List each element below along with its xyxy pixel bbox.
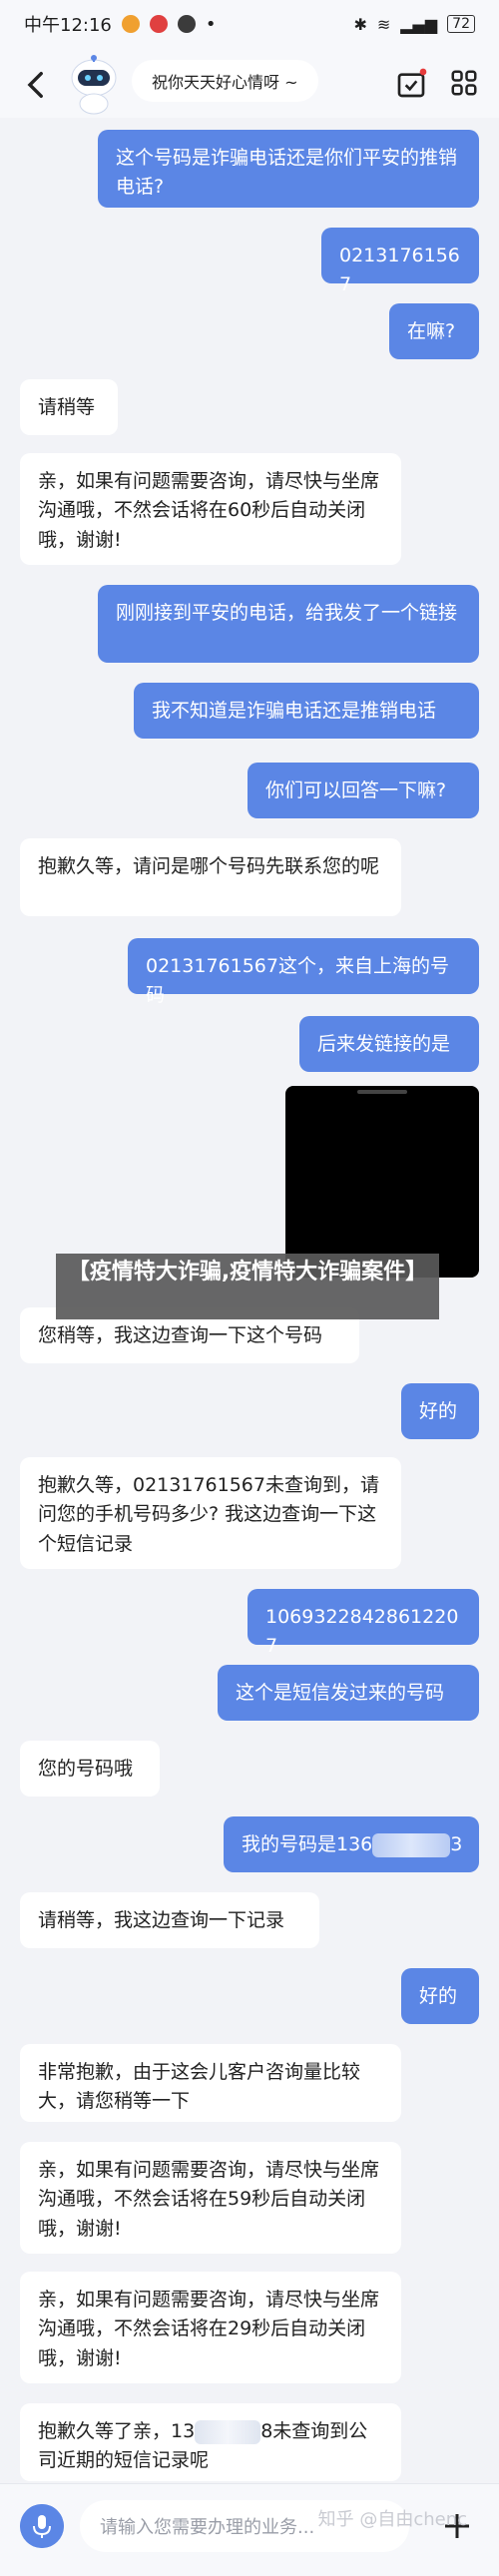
blacked-out-image <box>285 1086 479 1278</box>
message-bubble-user: 好的 <box>401 1968 479 2024</box>
microphone-icon[interactable] <box>20 2504 64 2548</box>
message-bubble-user: 这个号码是诈骗电话还是你们平安的推销电话? <box>98 130 479 208</box>
redacted-phone-number <box>372 1832 451 1857</box>
message-bubble-user: 后来发链接的是 <box>299 1016 479 1072</box>
article-title-banner: 【疫情特大诈骗,疫情特大诈骗案件】 <box>56 1254 439 1319</box>
message-bubble-user: 10693228428612207 <box>248 1589 479 1657</box>
message-bubble-agent: 请稍等，我这边查询一下记录 <box>20 1892 319 1948</box>
message-bubble-agent: 您的号码哦 <box>20 1741 160 1797</box>
message-bubble-agent: 抱歉久等，请问是哪个号码先联系您的呢 <box>20 838 401 916</box>
music-notification-icon <box>177 15 196 33</box>
message-bubble-user: 我的号码是136 3 <box>224 1816 479 1872</box>
wifi-icon: ≋ <box>376 14 391 34</box>
redacted-phone-number <box>195 2419 261 2444</box>
bluetooth-icon: ✱ <box>353 14 367 34</box>
more-notifications-icon: • <box>205 13 217 35</box>
message-bubble-agent: 亲，如果有问题需要咨询，请尽快与坐席沟通哦，不然会话将在29秒后自动关闭哦，谢谢… <box>20 2272 401 2383</box>
status-time: 中午12:16 <box>24 15 112 36</box>
message-bubble-user: 你们可以回答一下嘛? <box>248 763 479 818</box>
message-text: 我的号码是136 <box>242 1833 373 1855</box>
watermark: 知乎 @自由chenc <box>317 2509 467 2530</box>
message-bubble-agent: 亲，如果有问题需要咨询，请尽快与坐席沟通哦，不然会话将在59秒后自动关闭哦，谢谢… <box>20 2142 401 2254</box>
check-calendar-icon[interactable] <box>395 68 427 100</box>
message-bubble-agent: 抱歉久等，02131761567未查询到，请问您的手机号码多少? 我这边查询一下… <box>20 1457 401 1569</box>
status-bar: 中午12:16 • ✱ ≋ ▂▄▆ 72 <box>0 0 499 48</box>
message-bubble-agent: 请稍等 <box>20 379 118 435</box>
message-text: 抱歉久等了亲，13 <box>38 2420 196 2442</box>
message-bubble-user: 02131761567 <box>321 228 479 295</box>
message-bubble-user: 刚刚接到平安的电话，给我发了一个链接 <box>98 585 479 663</box>
message-bubble-user: 这个是短信发过来的号码 <box>218 1665 479 1721</box>
app-bar: 祝你天天好心情呀 ~ <box>0 48 499 118</box>
app-notification-icon <box>149 15 168 33</box>
robot-avatar-icon <box>71 55 117 115</box>
message-bubble-agent: 抱歉久等了亲，13 8未查询到公司近期的短信记录呢 <box>20 2403 401 2481</box>
message-bubble-user: 我不知道是诈骗电话还是推销电话 <box>134 683 479 739</box>
message-bubble-user: 在嘛? <box>389 303 479 359</box>
message-bubble-user: 好的 <box>401 1383 479 1439</box>
message-bubble-agent: 亲，如果有问题需要咨询，请尽快与坐席沟通哦，不然会话将在60秒后自动关闭哦，谢谢… <box>20 453 401 565</box>
message-text-end: 3 <box>450 1833 463 1855</box>
status-left: 中午12:16 • <box>24 11 217 37</box>
notification-icon <box>121 15 140 33</box>
back-arrow-icon[interactable] <box>20 68 54 102</box>
status-right: ✱ ≋ ▂▄▆ 72 <box>353 15 475 34</box>
battery-level: 72 <box>447 15 475 33</box>
signal-icon: ▂▄▆ <box>400 14 438 34</box>
image-handle <box>357 1090 407 1094</box>
greeting-bubble: 祝你天天好心情呀 ~ <box>132 60 318 102</box>
message-bubble-agent: 非常抱歉，由于这会儿客户咨询量比较大，请您稍等一下 <box>20 2044 401 2122</box>
grid-menu-icon[interactable] <box>449 68 479 98</box>
message-bubble-user: 02131761567这个，来自上海的号码 <box>128 938 479 1006</box>
